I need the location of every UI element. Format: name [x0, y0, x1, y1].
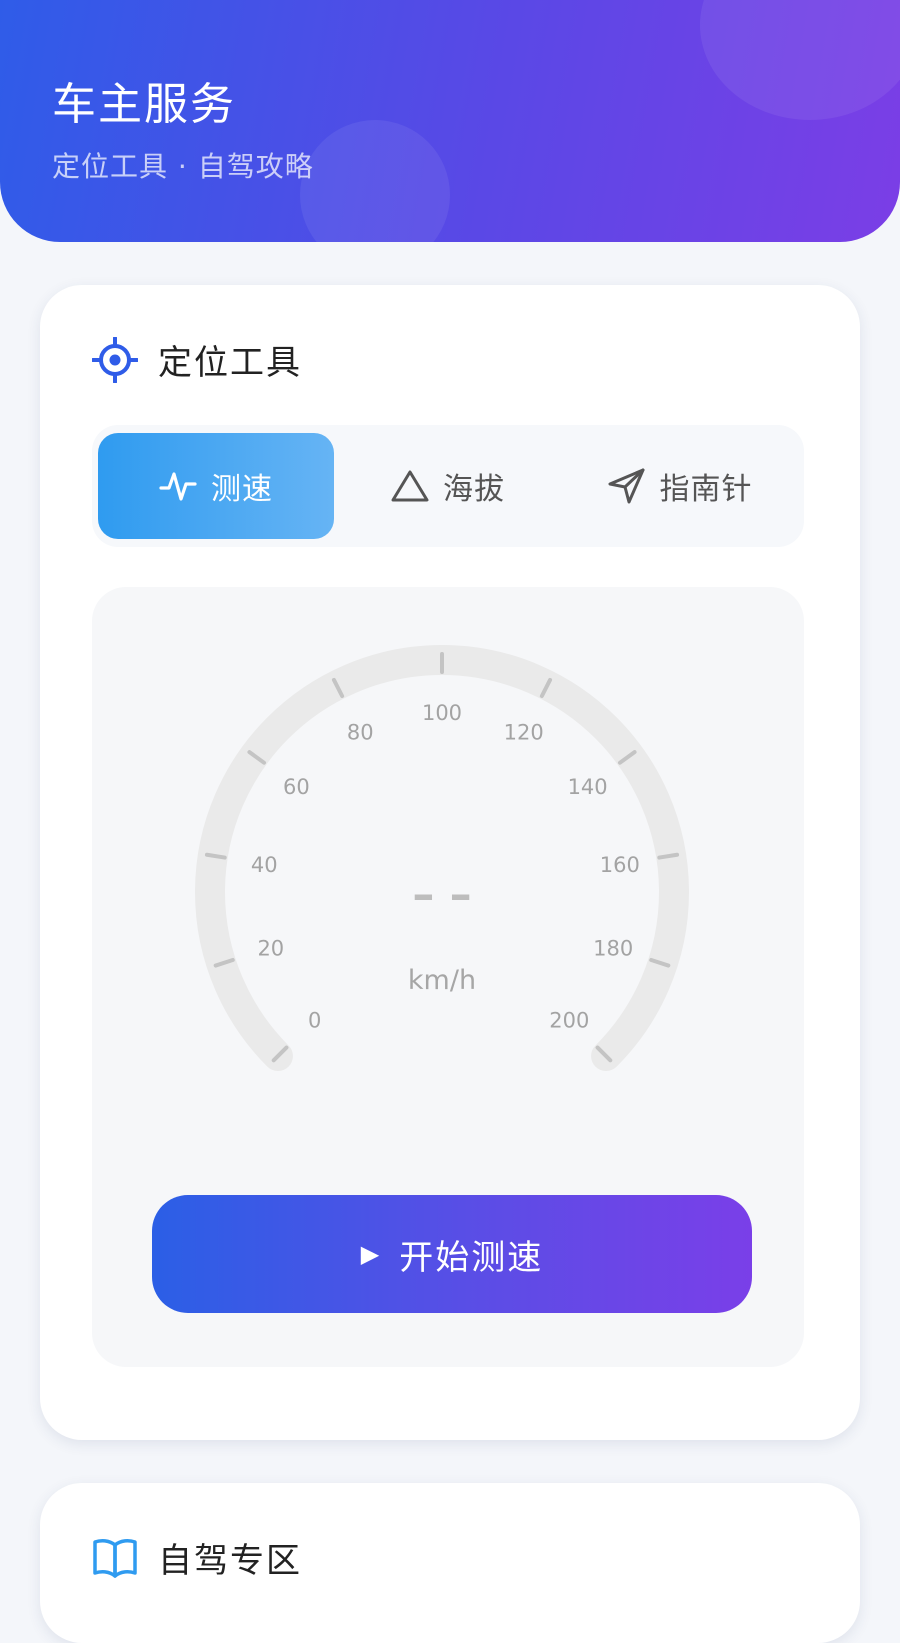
tab-label: 海拔 [443, 472, 505, 507]
decor-bubble [700, 0, 900, 120]
play-icon: ▶ [360, 1240, 382, 1268]
decor-bubble [300, 120, 450, 242]
tool-tabs: 测速 海拔 指南针 [92, 425, 804, 547]
page-subtitle: 定位工具 · 自驾攻略 [52, 150, 314, 183]
gauge-tick-label: 100 [422, 701, 462, 725]
tab-label: 指南针 [659, 472, 753, 507]
location-tools-card: 定位工具 测速 海拔 指南针 0 20 40 60 80 100 120 140 16 [40, 285, 860, 1440]
target-icon [92, 336, 138, 383]
gauge-tick-label: 0 [308, 1008, 321, 1032]
page-title: 车主服务 [52, 79, 236, 130]
gauge-tick [204, 852, 227, 860]
tab-label: 测速 [211, 472, 273, 507]
pulse-icon [159, 472, 197, 501]
speed-value: – – [412, 869, 471, 920]
gauge-tick-label: 180 [593, 937, 633, 961]
speedometer-panel: 0 20 40 60 80 100 120 140 160 180 200 – – km/h ▶ 开… [92, 587, 804, 1367]
card-title: 自驾专区 [158, 1541, 302, 1581]
start-button-label: 开始测速 [399, 1237, 544, 1278]
start-speed-test-button[interactable]: ▶ 开始测速 [152, 1195, 752, 1313]
card-header: 定位工具 [92, 335, 302, 384]
gauge-tick-label: 60 [283, 775, 310, 799]
header-banner: 车主服务 定位工具 · 自驾攻略 [0, 0, 900, 242]
gauge-tick-label: 40 [251, 853, 278, 877]
self-drive-card: 自驾专区 [40, 1483, 860, 1643]
gauge-tick-label: 160 [600, 853, 640, 877]
speed-unit: km/h [408, 965, 476, 996]
gauge-tick [657, 852, 680, 860]
triangle-icon [391, 470, 429, 502]
open-book-icon [93, 1538, 137, 1578]
tab-compass[interactable]: 指南针 [562, 433, 798, 539]
gauge-tick-label: 140 [568, 775, 608, 799]
gauge-tick-label: 80 [347, 721, 374, 745]
tab-altitude[interactable]: 海拔 [330, 433, 566, 539]
gauge-tick-label: 20 [257, 937, 284, 961]
navigation-arrow-icon [608, 468, 644, 504]
card-header: 自驾专区 [92, 1533, 302, 1582]
speedometer: 0 20 40 60 80 100 120 140 160 180 200 – – km/h [195, 645, 689, 1072]
gauge-tick-label: 200 [549, 1008, 589, 1032]
gauge-tick-label: 120 [504, 721, 544, 745]
card-title: 定位工具 [158, 343, 302, 383]
tab-speed[interactable]: 测速 [98, 433, 334, 539]
